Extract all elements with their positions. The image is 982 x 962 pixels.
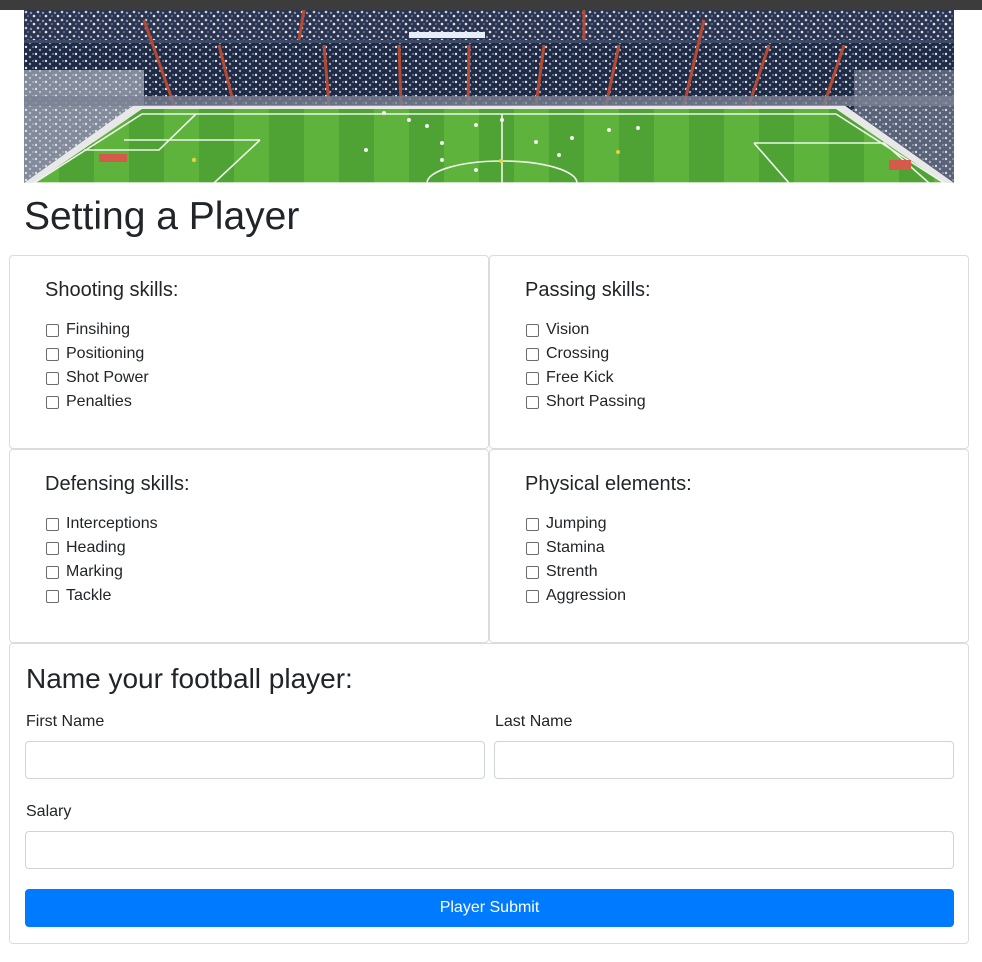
skill-option-penalties[interactable]: Penalties bbox=[45, 390, 149, 414]
player-form-card: Name your football player: First Name La… bbox=[9, 643, 969, 944]
shooting-skills-title: Shooting skills: bbox=[45, 279, 179, 301]
crossing-checkbox[interactable] bbox=[526, 347, 539, 361]
skill-option-vision[interactable]: Vision bbox=[525, 318, 646, 342]
skill-option-finishing[interactable]: Finsihing bbox=[45, 318, 149, 342]
skill-option-crossing[interactable]: Crossing bbox=[525, 342, 646, 366]
last-name-input[interactable] bbox=[494, 741, 954, 779]
skill-option-strength[interactable]: Strenth bbox=[525, 560, 626, 584]
skill-option-heading[interactable]: Heading bbox=[45, 536, 158, 560]
skill-option-tackle[interactable]: Tackle bbox=[45, 584, 158, 608]
defensing-skills-title: Defensing skills: bbox=[45, 473, 190, 495]
tackle-label[interactable]: Tackle bbox=[66, 586, 111, 606]
skill-option-positioning[interactable]: Positioning bbox=[45, 342, 149, 366]
stamina-checkbox[interactable] bbox=[526, 541, 539, 555]
first-name-input[interactable] bbox=[25, 741, 485, 779]
penalties-label[interactable]: Penalties bbox=[66, 392, 132, 412]
skill-option-jumping[interactable]: Jumping bbox=[525, 512, 626, 536]
marking-label[interactable]: Marking bbox=[66, 562, 123, 582]
skill-option-aggression[interactable]: Aggression bbox=[525, 584, 626, 608]
marking-checkbox[interactable] bbox=[46, 565, 59, 579]
skill-option-stamina[interactable]: Stamina bbox=[525, 536, 626, 560]
finishing-label[interactable]: Finsihing bbox=[66, 320, 130, 340]
finishing-checkbox[interactable] bbox=[46, 323, 59, 337]
defensing-skills-list: Interceptions Heading Marking Tackle bbox=[45, 512, 158, 608]
stamina-label[interactable]: Stamina bbox=[546, 538, 605, 558]
shot-power-label[interactable]: Shot Power bbox=[66, 368, 149, 388]
skill-option-free-kick[interactable]: Free Kick bbox=[525, 366, 646, 390]
strength-label[interactable]: Strenth bbox=[546, 562, 598, 582]
shooting-skills-card: Shooting skills: Finsihing Positioning S… bbox=[9, 255, 489, 449]
last-name-label: Last Name bbox=[495, 713, 573, 730]
vision-checkbox[interactable] bbox=[526, 323, 539, 337]
page-title: Setting a Player bbox=[24, 195, 300, 238]
first-name-label: First Name bbox=[26, 713, 105, 730]
interceptions-checkbox[interactable] bbox=[46, 517, 59, 531]
passing-skills-list: Vision Crossing Free Kick Short Passing bbox=[525, 318, 646, 414]
skill-option-short-passing[interactable]: Short Passing bbox=[525, 390, 646, 414]
passing-skills-title: Passing skills: bbox=[525, 279, 651, 301]
salary-input[interactable] bbox=[25, 831, 954, 869]
strength-checkbox[interactable] bbox=[526, 565, 539, 579]
heading-label[interactable]: Heading bbox=[66, 538, 126, 558]
skill-option-marking[interactable]: Marking bbox=[45, 560, 158, 584]
skill-option-shot-power[interactable]: Shot Power bbox=[45, 366, 149, 390]
aggression-checkbox[interactable] bbox=[526, 589, 539, 603]
skill-option-interceptions[interactable]: Interceptions bbox=[45, 512, 158, 536]
defensing-skills-card: Defensing skills: Interceptions Heading … bbox=[9, 449, 489, 643]
jumping-label[interactable]: Jumping bbox=[546, 514, 606, 534]
browser-top-bar bbox=[0, 0, 982, 10]
vision-label[interactable]: Vision bbox=[546, 320, 589, 340]
free-kick-label[interactable]: Free Kick bbox=[546, 368, 614, 388]
physical-elements-card: Physical elements: Jumping Stamina Stren… bbox=[489, 449, 969, 643]
free-kick-checkbox[interactable] bbox=[526, 371, 539, 385]
jumping-checkbox[interactable] bbox=[526, 517, 539, 531]
shooting-skills-list: Finsihing Positioning Shot Power Penalti… bbox=[45, 318, 149, 414]
player-form-title: Name your football player: bbox=[26, 663, 353, 694]
short-passing-label[interactable]: Short Passing bbox=[546, 392, 646, 412]
heading-checkbox[interactable] bbox=[46, 541, 59, 555]
tackle-checkbox[interactable] bbox=[46, 589, 59, 603]
positioning-label[interactable]: Positioning bbox=[66, 344, 144, 364]
physical-elements-list: Jumping Stamina Strenth Aggression bbox=[525, 512, 626, 608]
stadium-banner-image bbox=[24, 10, 954, 183]
physical-elements-title: Physical elements: bbox=[525, 473, 692, 495]
short-passing-checkbox[interactable] bbox=[526, 395, 539, 409]
passing-skills-card: Passing skills: Vision Crossing Free Kic… bbox=[489, 255, 969, 449]
player-submit-button[interactable]: Player Submit bbox=[25, 889, 954, 927]
interceptions-label[interactable]: Interceptions bbox=[66, 514, 158, 534]
shot-power-checkbox[interactable] bbox=[46, 371, 59, 385]
aggression-label[interactable]: Aggression bbox=[546, 586, 626, 606]
penalties-checkbox[interactable] bbox=[46, 395, 59, 409]
salary-label: Salary bbox=[26, 803, 72, 820]
crossing-label[interactable]: Crossing bbox=[546, 344, 609, 364]
positioning-checkbox[interactable] bbox=[46, 347, 59, 361]
